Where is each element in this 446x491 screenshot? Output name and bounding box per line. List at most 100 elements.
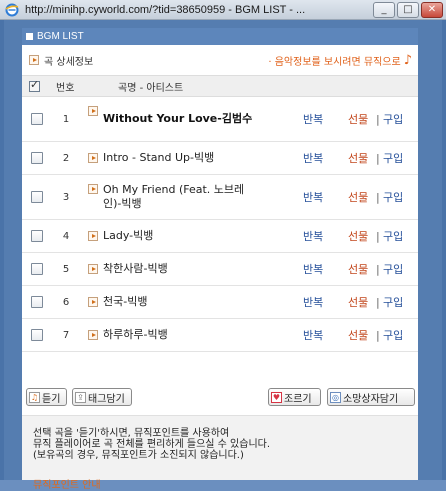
song-checkbox[interactable] [31, 191, 43, 203]
heart-icon: ♥ [271, 391, 282, 403]
song-row: 1 Without Your Love-김범수 반복 선물 | 구입 [22, 97, 418, 142]
song-title[interactable]: Oh My Friend (Feat. 노브레인)-빅뱅 [103, 183, 253, 211]
music-note-icon: ♫ [29, 391, 40, 403]
buy-link[interactable]: 구입 [383, 150, 403, 166]
song-checkbox[interactable] [31, 329, 43, 341]
gift-link[interactable]: 선물 [348, 294, 368, 310]
column-header-title: 곡명 - 아티스트 [118, 82, 184, 94]
song-row: 6 천국-빅뱅 반복 선물 | 구입 [22, 286, 418, 319]
notice-line: (보유곡의 경우, 뮤직포인트가 소진되지 않습니다.) [33, 450, 244, 461]
separator: | [376, 151, 380, 165]
separator: | [376, 190, 380, 204]
gift-link[interactable]: 선물 [348, 327, 368, 343]
notice-line: 뮤직 플레이어로 곡 전체를 편리하게 들으실 수 있습니다. [33, 439, 271, 450]
song-title[interactable]: 천국-빅뱅 [103, 295, 253, 309]
song-title[interactable]: Lady-빅뱅 [103, 229, 253, 243]
add-tag-button-label: 태그담기 [88, 393, 125, 405]
notice-box: 선택 곡을 '듣기'하시면, 뮤직포인트를 사용하여 뮤직 플레이어로 곡 전체… [22, 415, 418, 480]
repeat-link[interactable]: 반복 [303, 111, 323, 127]
minimize-button[interactable]: _ [373, 2, 395, 18]
add-tag-button[interactable]: ⇪ 태그담기 [72, 388, 132, 406]
gift-link[interactable]: 선물 [348, 228, 368, 244]
song-info-label: 곡 상세정보 [44, 56, 94, 68]
bgm-list-header: BGM LIST [22, 28, 418, 45]
song-number: 6 [62, 296, 70, 308]
table-header: 번호 곡명 - 아티스트 [22, 75, 418, 97]
buy-link[interactable]: 구입 [383, 294, 403, 310]
music-info-link[interactable]: · 음악정보를 보시려면 뮤직으로 ♪ [268, 52, 412, 69]
music-point-guide-link[interactable]: 뮤직포인트 안내 [33, 476, 101, 491]
gift-link[interactable]: 선물 [348, 189, 368, 205]
wishbox-icon: ◎ [330, 391, 341, 403]
buy-link[interactable]: 구입 [383, 228, 403, 244]
gift-link[interactable]: 선물 [348, 111, 368, 127]
song-info-link[interactable]: 곡 상세정보 [29, 53, 93, 68]
repeat-link[interactable]: 반복 [303, 327, 323, 343]
notice-line: 선택 곡을 '듣기'하시면, 뮤직포인트를 사용하여 [33, 428, 230, 439]
play-icon [29, 55, 39, 65]
song-row: 2 Intro - Stand Up-빅뱅 반복 선물 | 구입 [22, 142, 418, 175]
song-checkbox[interactable] [31, 263, 43, 275]
song-number: 7 [62, 329, 70, 341]
wishlist-button-label: 소망상자담기 [343, 393, 399, 405]
buy-link[interactable]: 구입 [383, 111, 403, 127]
repeat-link[interactable]: 반복 [303, 150, 323, 166]
play-icon[interactable] [88, 153, 98, 163]
column-header-number: 번호 [56, 82, 75, 94]
song-checkbox[interactable] [31, 152, 43, 164]
repeat-link[interactable]: 반복 [303, 261, 323, 277]
tag-icon: ⇪ [75, 391, 86, 403]
song-list: 1 Without Your Love-김범수 반복 선물 | 구입 2 Int… [22, 97, 418, 352]
wishlist-button[interactable]: ◎ 소망상자담기 [327, 388, 415, 406]
separator: | [376, 112, 380, 126]
music-note-icon: ♪ [403, 52, 412, 68]
bgm-list-panel: 곡 상세정보 · 음악정보를 보시려면 뮤직으로 ♪ 번호 곡명 - 아티스트 … [22, 45, 418, 491]
play-icon[interactable] [88, 264, 98, 274]
listen-button[interactable]: ♫ 듣기 [26, 388, 67, 406]
gift-link[interactable]: 선물 [348, 150, 368, 166]
song-checkbox[interactable] [31, 113, 43, 125]
browser-titlebar: http://minihp.cyworld.com/?tid=38650959 … [0, 0, 446, 20]
buy-link[interactable]: 구입 [383, 261, 403, 277]
action-button-bar: ♫ 듣기 ⇪ 태그담기 ♥ 조르기 ◎ 소망상자담기 [22, 385, 418, 411]
play-icon[interactable] [88, 184, 98, 194]
select-all-checkbox[interactable] [29, 78, 40, 92]
song-title[interactable]: 착한사람-빅뱅 [103, 262, 253, 276]
play-icon[interactable] [88, 106, 98, 116]
song-row: 5 착한사람-빅뱅 반복 선물 | 구입 [22, 253, 418, 286]
listen-button-label: 듣기 [42, 393, 61, 405]
separator: | [376, 262, 380, 276]
play-icon[interactable] [88, 297, 98, 307]
song-checkbox[interactable] [31, 230, 43, 242]
song-number: 2 [62, 152, 70, 164]
song-checkbox[interactable] [31, 296, 43, 308]
buy-link[interactable]: 구입 [383, 189, 403, 205]
song-title[interactable]: Without Your Love-김범수 [103, 112, 253, 126]
song-row: 3 Oh My Friend (Feat. 노브레인)-빅뱅 반복 선물 | 구… [22, 175, 418, 220]
song-number: 5 [62, 263, 70, 275]
maximize-button[interactable]: □ [397, 2, 419, 18]
music-info-label: · 음악정보를 보시려면 뮤직으로 [268, 57, 401, 68]
song-title[interactable]: 하루하루-빅뱅 [103, 328, 253, 342]
song-number: 1 [62, 113, 70, 125]
separator: | [376, 229, 380, 243]
repeat-link[interactable]: 반복 [303, 294, 323, 310]
gift-link[interactable]: 선물 [348, 261, 368, 277]
buy-link[interactable]: 구입 [383, 327, 403, 343]
play-icon[interactable] [88, 330, 98, 340]
window-controls: _ □ ✕ [373, 2, 443, 18]
play-icon[interactable] [88, 231, 98, 241]
song-number: 3 [62, 191, 70, 203]
beg-button[interactable]: ♥ 조르기 [268, 388, 321, 406]
bgm-list-title: BGM LIST [37, 31, 84, 42]
repeat-link[interactable]: 반복 [303, 228, 323, 244]
beg-button-label: 조르기 [284, 393, 312, 405]
ie-browser-icon [5, 3, 19, 16]
song-row: 7 하루하루-빅뱅 반복 선물 | 구입 [22, 319, 418, 352]
info-bar: 곡 상세정보 · 음악정보를 보시려면 뮤직으로 ♪ [22, 45, 418, 75]
song-title[interactable]: Intro - Stand Up-빅뱅 [103, 151, 253, 165]
close-button[interactable]: ✕ [421, 2, 443, 18]
repeat-link[interactable]: 반복 [303, 189, 323, 205]
separator: | [376, 295, 380, 309]
window-title: http://minihp.cyworld.com/?tid=38650959 … [25, 3, 306, 16]
